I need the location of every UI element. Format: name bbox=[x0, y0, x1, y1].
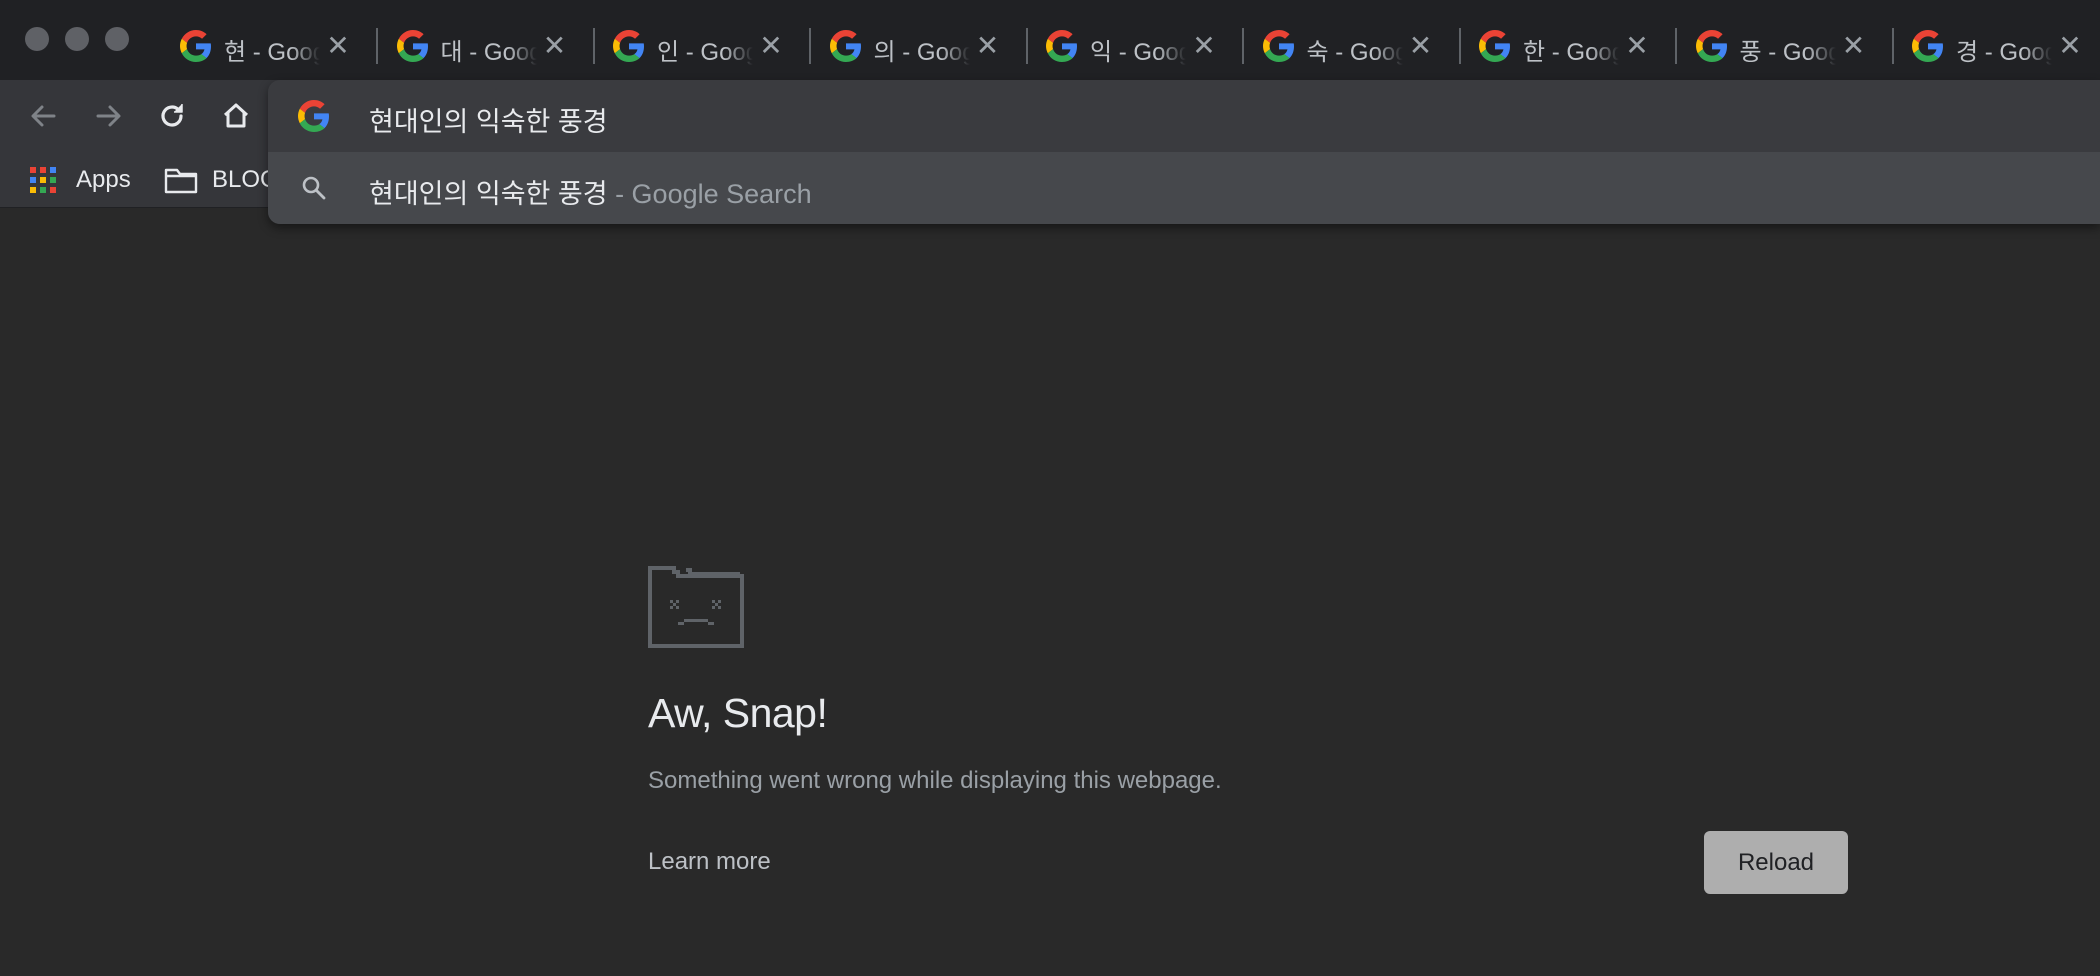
tab-title: 익 - Google Search bbox=[1090, 39, 1186, 66]
reload-icon[interactable] bbox=[152, 96, 192, 136]
google-favicon-icon bbox=[1046, 30, 1077, 62]
tab-close-icon[interactable]: ✕ bbox=[972, 30, 1004, 62]
bookmark-folder[interactable]: BLOG bbox=[164, 162, 279, 198]
tab-close-icon[interactable]: ✕ bbox=[1621, 30, 1653, 62]
bookmark-apps-label: Apps bbox=[76, 166, 131, 193]
tab-title: 숙 - Google Search bbox=[1306, 39, 1403, 66]
browser-tab[interactable]: 익 - Google Search✕ bbox=[1028, 20, 1244, 72]
tab-close-icon[interactable]: ✕ bbox=[1188, 30, 1220, 62]
suggestion-query: 현대인의 익숙한 풍경 bbox=[369, 179, 608, 209]
forward-arrow-icon[interactable] bbox=[88, 96, 128, 136]
suggestion-text: 현대인의 익숙한 풍경 - Google Search bbox=[369, 172, 812, 211]
omnibox-text: 현대인의 익숙한 풍경 bbox=[369, 107, 608, 137]
window-close-button[interactable] bbox=[25, 27, 49, 51]
browser-tab[interactable]: 현 - Google Search✕ bbox=[162, 20, 378, 72]
learn-more-link[interactable]: Learn more bbox=[648, 848, 771, 876]
tab-title: 경 - Google Search bbox=[1956, 39, 2052, 66]
google-favicon-icon bbox=[1479, 30, 1510, 62]
google-favicon-icon bbox=[829, 30, 861, 62]
google-favicon-icon bbox=[1912, 30, 1943, 62]
window-minimize-button[interactable] bbox=[65, 27, 89, 51]
tab-close-icon[interactable]: ✕ bbox=[322, 30, 354, 62]
error-headline: Aw, Snap! bbox=[648, 690, 828, 736]
bookmark-apps[interactable]: Apps bbox=[30, 162, 131, 198]
browser-tab[interactable]: 대 - Google Search✕ bbox=[379, 20, 595, 72]
google-g-icon bbox=[298, 100, 329, 132]
tab-strip: 현 - Google Search✕대 - Google Search✕인 - … bbox=[0, 0, 2100, 80]
google-favicon-icon bbox=[1695, 30, 1727, 62]
window-zoom-button[interactable] bbox=[105, 27, 129, 51]
folder-icon bbox=[164, 168, 198, 194]
browser-tab[interactable]: 의 - Google Search✕ bbox=[812, 20, 1028, 72]
browser-tab[interactable]: 한 - Google Search✕ bbox=[1461, 20, 1677, 72]
tab-title: 현 - Google Search bbox=[224, 39, 320, 66]
tab-title: 대 - Google Search bbox=[440, 39, 537, 66]
error-message: Something went wrong while displaying th… bbox=[648, 767, 1222, 794]
tab-close-icon[interactable]: ✕ bbox=[539, 30, 571, 62]
tab-close-icon[interactable]: ✕ bbox=[1838, 30, 1870, 62]
omnibox-dropdown: 현대인의 익숙한 풍경 현대인의 익숙한 풍경 - Google Search bbox=[268, 80, 2100, 224]
sad-tab-icon bbox=[648, 566, 744, 648]
browser-tab[interactable]: 인 - Google Search✕ bbox=[595, 20, 811, 72]
browser-tab[interactable]: 숙 - Google Search✕ bbox=[1245, 20, 1461, 72]
tab-close-icon[interactable]: ✕ bbox=[755, 30, 787, 62]
back-arrow-icon[interactable] bbox=[24, 96, 64, 136]
browser-tab[interactable]: 경 - Google Search✕ bbox=[1894, 20, 2100, 72]
google-favicon-icon bbox=[613, 30, 644, 62]
tab-close-icon[interactable]: ✕ bbox=[2054, 30, 2086, 62]
browser-tab[interactable]: 풍 - Google Search✕ bbox=[1678, 20, 1894, 72]
home-icon[interactable] bbox=[216, 96, 256, 136]
google-favicon-icon bbox=[396, 30, 428, 62]
tab-title: 풍 - Google Search bbox=[1739, 39, 1836, 66]
search-icon bbox=[302, 176, 326, 200]
tab-title: 의 - Google Search bbox=[873, 39, 970, 66]
omnibox-input[interactable]: 현대인의 익숙한 풍경 bbox=[268, 80, 2100, 152]
tab-title: 인 - Google Search bbox=[657, 39, 753, 66]
reload-button[interactable]: Reload bbox=[1704, 831, 1848, 894]
suggestion-suffix: - Google Search bbox=[607, 179, 812, 209]
tab-close-icon[interactable]: ✕ bbox=[1405, 30, 1437, 62]
browser-window: 현 - Google Search✕대 - Google Search✕인 - … bbox=[0, 0, 2100, 976]
suggestion-row[interactable]: 현대인의 익숙한 풍경 - Google Search bbox=[268, 152, 2100, 224]
google-favicon-icon bbox=[1262, 30, 1294, 62]
apps-grid-icon bbox=[30, 167, 56, 193]
tab-title: 한 - Google Search bbox=[1523, 39, 1619, 66]
google-favicon-icon bbox=[180, 30, 211, 62]
